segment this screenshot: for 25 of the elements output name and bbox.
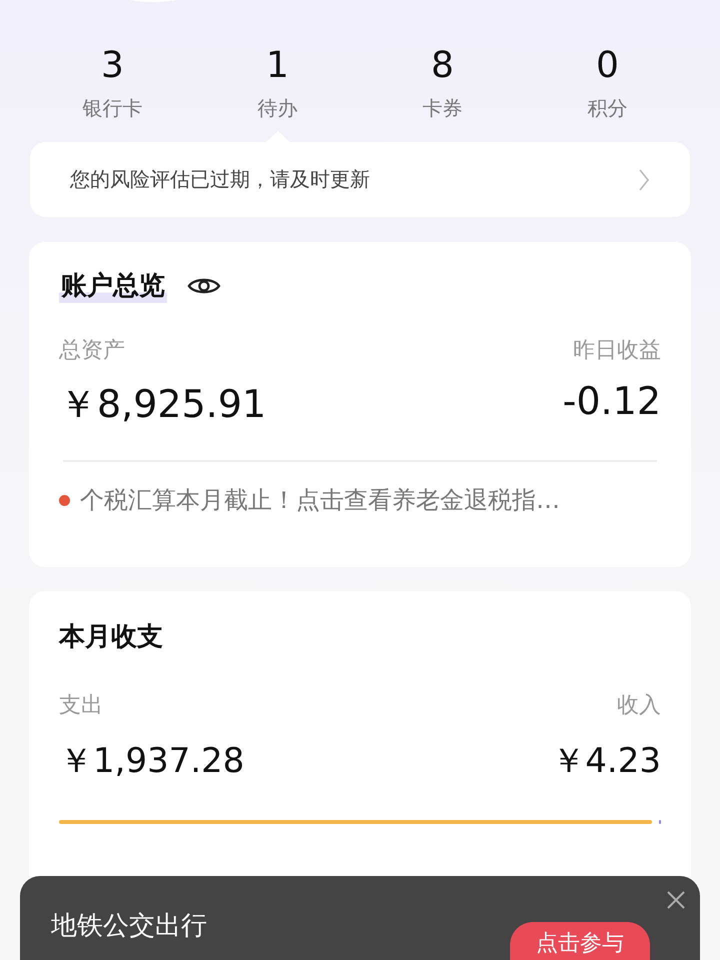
expense-value: ￥1,937.28 xyxy=(59,740,244,783)
card-title: 账户总览 xyxy=(59,268,167,303)
stat-label[interactable]: 积分 xyxy=(588,94,628,122)
popup-title: 地铁公交出行 xyxy=(51,910,207,943)
yesterday-earnings-label: 昨日收益 xyxy=(573,337,661,365)
income-label: 收入 xyxy=(617,692,661,720)
notice-card[interactable]: 您的风险评估已过期，请及时更新 xyxy=(30,142,690,217)
close-icon[interactable] xyxy=(666,890,686,910)
alert-text[interactable]: 个税汇算本月截止！点击查看养老金退税指… xyxy=(80,484,560,516)
stat-value[interactable]: 8 xyxy=(431,44,454,88)
notice-text: 您的风险评估已过期，请及时更新 xyxy=(70,166,370,193)
stat-label[interactable]: 银行卡 xyxy=(82,94,142,122)
card-title: 本月收支 xyxy=(59,621,164,654)
stat-label[interactable]: 待办 xyxy=(258,94,298,122)
stat-value[interactable]: 1 xyxy=(266,44,289,88)
total-assets-value: ￥8,925.91 xyxy=(59,381,266,428)
expense-label: 支出 xyxy=(59,692,103,720)
join-button[interactable]: 点击参与 xyxy=(510,922,650,960)
income-value: ￥4.23 xyxy=(551,740,661,783)
stat-label[interactable]: 卡券 xyxy=(422,94,462,122)
stat-value[interactable]: 3 xyxy=(101,44,124,88)
yesterday-earnings-value: -0.12 xyxy=(562,379,661,425)
total-assets-label: 总资产 xyxy=(59,337,125,365)
stat-value[interactable]: 0 xyxy=(596,44,619,88)
chevron-right-icon xyxy=(638,168,650,192)
